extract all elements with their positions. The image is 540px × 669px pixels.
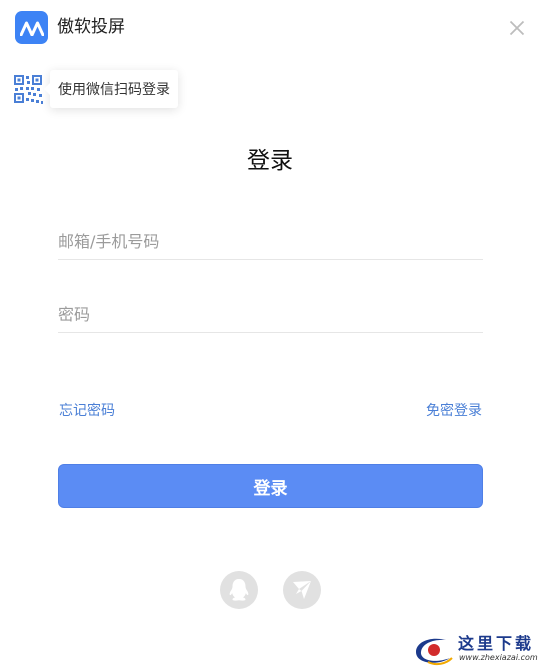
login-button[interactable]: 登录 [58, 464, 483, 508]
qq-icon [229, 579, 249, 601]
password-input[interactable] [58, 289, 483, 332]
site-watermark: 这里下载 www.zhexiazai.com [412, 628, 540, 669]
email-field-container [58, 216, 483, 260]
qr-login-button[interactable] [14, 75, 44, 105]
apowermirror-logo-icon [15, 11, 48, 44]
app-title: 傲软投屏 [57, 17, 125, 37]
watermark-text: 这里下载 [458, 634, 535, 653]
qr-code-icon [14, 75, 43, 104]
close-icon [509, 20, 525, 36]
qr-login-tooltip: 使用微信扫码登录 [44, 70, 178, 108]
close-button[interactable] [505, 16, 529, 40]
paper-plane-icon [293, 581, 311, 599]
alt-login-button[interactable] [283, 571, 321, 609]
login-title: 登录 [247, 148, 293, 174]
watermark-logo-icon [416, 638, 453, 666]
email-phone-input[interactable] [58, 216, 483, 259]
passwordless-login-link[interactable]: 免密登录 [426, 401, 482, 421]
watermark-url: www.zhexiazai.com [459, 653, 538, 662]
password-field-container [58, 289, 483, 333]
forgot-password-link[interactable]: 忘记密码 [59, 401, 115, 421]
qq-login-button[interactable] [220, 571, 258, 609]
